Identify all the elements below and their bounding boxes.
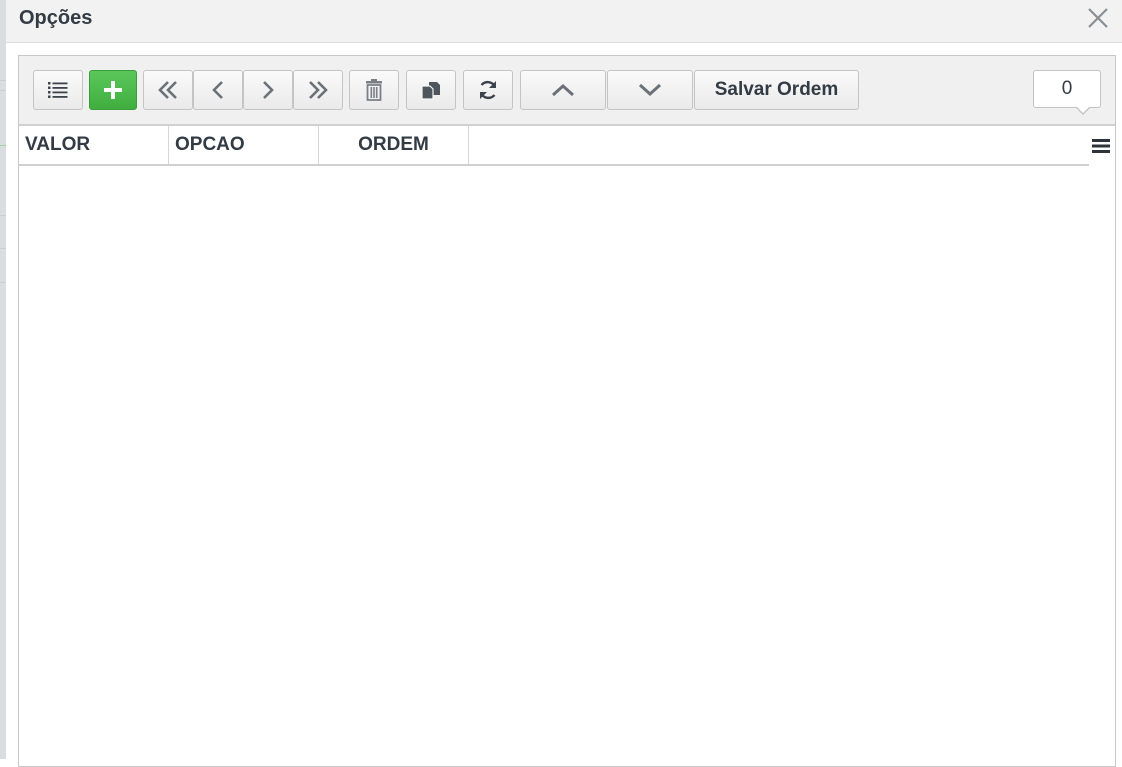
list-view-button[interactable] [33, 70, 83, 110]
move-down-button[interactable] [607, 70, 693, 110]
previous-record-button[interactable] [193, 70, 243, 110]
move-up-button[interactable] [520, 70, 606, 110]
first-page-icon [156, 79, 180, 101]
last-page-icon [306, 79, 330, 101]
dialog-titlebar: Opções [6, 0, 1122, 43]
options-dialog: Opções Salvar Ordem 0 VALOR OPCAO ORDEM [6, 0, 1122, 767]
column-header-ordem[interactable]: ORDEM [319, 126, 469, 164]
last-record-button[interactable] [293, 70, 343, 110]
plus-icon [101, 78, 125, 102]
first-record-button[interactable] [143, 70, 193, 110]
next-record-button[interactable] [243, 70, 293, 110]
list-icon [47, 80, 69, 100]
next-icon [258, 79, 278, 101]
move-up-icon [550, 81, 576, 99]
add-button[interactable] [89, 70, 137, 110]
column-header-valor[interactable]: VALOR [19, 126, 169, 164]
column-header-opcao[interactable]: OPCAO [169, 126, 319, 164]
close-icon[interactable] [1086, 6, 1110, 30]
previous-icon [208, 79, 228, 101]
save-order-button[interactable]: Salvar Ordem [694, 70, 859, 110]
refresh-icon [476, 78, 500, 102]
copy-icon [420, 79, 442, 101]
dialog-title: Opções [19, 7, 93, 29]
grid-body[interactable] [19, 166, 1115, 766]
record-count: 0 [1033, 70, 1101, 108]
duplicate-button[interactable] [406, 70, 456, 110]
move-down-icon [637, 81, 663, 99]
refresh-button[interactable] [463, 70, 513, 110]
column-menu-icon[interactable] [1091, 136, 1111, 156]
grid-header: VALOR OPCAO ORDEM [19, 126, 1089, 166]
trash-icon [364, 78, 384, 102]
options-grid-panel: Salvar Ordem 0 VALOR OPCAO ORDEM [18, 55, 1116, 767]
delete-button[interactable] [349, 70, 399, 110]
grid-toolbar: Salvar Ordem 0 [19, 56, 1115, 126]
